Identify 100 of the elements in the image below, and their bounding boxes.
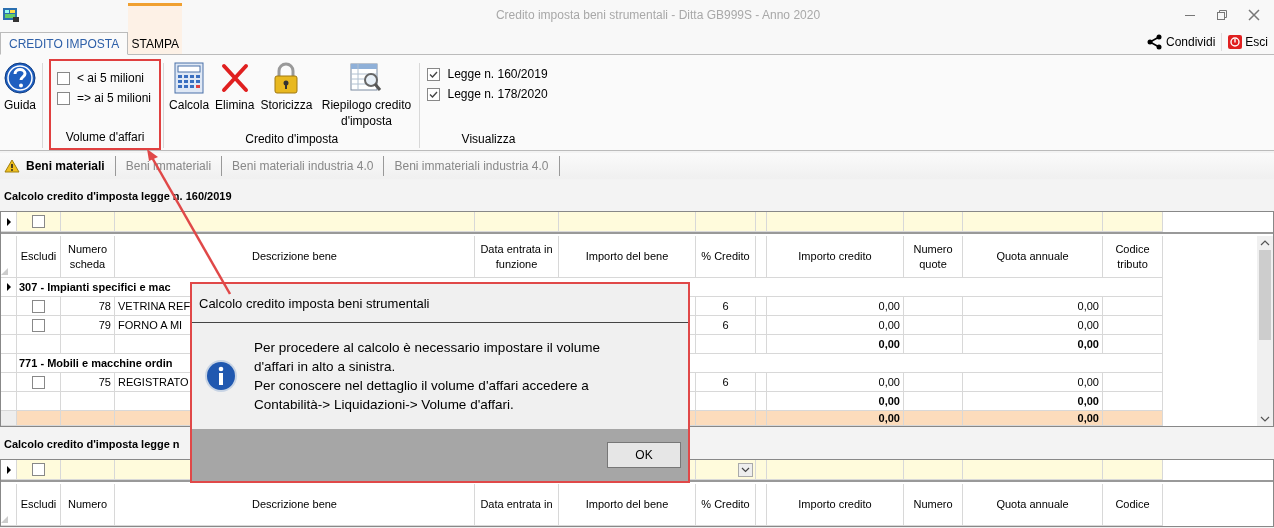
ok-button[interactable]: OK (607, 442, 681, 468)
filter-cell[interactable] (61, 212, 115, 232)
filter-cell[interactable] (963, 212, 1103, 232)
column-header[interactable]: Data entrata in funzione (475, 236, 559, 278)
filter-cell[interactable] (696, 212, 756, 232)
corner-icon (1, 516, 8, 523)
table-cell: 6 (696, 373, 756, 392)
column-header[interactable]: Descrizione bene (115, 236, 475, 278)
column-header[interactable]: Importo credito (767, 236, 904, 278)
filter-cell[interactable] (963, 460, 1103, 480)
column-header[interactable]: Importo del bene (559, 484, 696, 526)
share-button[interactable]: Condividi (1140, 30, 1222, 54)
column-header[interactable]: Quota annuale (963, 236, 1103, 278)
scroll-thumb[interactable] (1259, 250, 1271, 340)
table-cell: 79 (61, 316, 115, 335)
checkbox[interactable] (57, 71, 70, 85)
share-icon (1146, 34, 1163, 50)
column-header[interactable]: Numero quote (904, 236, 963, 278)
filter-cell[interactable] (767, 460, 904, 480)
table-cell (756, 373, 767, 392)
row-pointer-icon (5, 465, 12, 474)
column-header[interactable]: Escludi (17, 236, 61, 278)
column-header[interactable]: Descrizione bene (115, 484, 475, 526)
dropdown-button[interactable] (738, 462, 753, 477)
table-cell: 0,00 (767, 316, 904, 335)
restore-icon (1217, 10, 1227, 20)
table-cell (61, 411, 115, 426)
ribbon-tab[interactable]: CREDITO IMPOSTA (0, 32, 129, 55)
table-cell: 0,00 (963, 373, 1103, 392)
checkbox[interactable] (427, 67, 441, 81)
column-header[interactable]: Codice (1103, 484, 1163, 526)
column-header[interactable]: Numero scheda (61, 236, 115, 278)
ribbon-button[interactable]: Guida (3, 57, 37, 113)
table-cell (756, 316, 767, 335)
calculator-icon (172, 61, 207, 95)
filter-checkbox[interactable] (32, 463, 45, 476)
filter-checkbox[interactable] (32, 215, 45, 228)
table-cell (904, 297, 963, 316)
column-header[interactable]: Numero (61, 484, 115, 526)
column-header[interactable]: Data entrata in (475, 484, 559, 526)
filter-cell[interactable] (115, 212, 475, 232)
ribbon-button[interactable]: Riepilogo credito d'imposta (318, 57, 415, 129)
ribbon-tab[interactable]: STAMPA (128, 3, 183, 54)
exit-button[interactable]: Esci (1222, 30, 1274, 54)
column-header[interactable]: % Credito (696, 236, 756, 278)
scroll-down-icon (1260, 416, 1270, 422)
filter-cell[interactable] (17, 460, 61, 480)
table-cell (756, 335, 767, 354)
checkbox-label: < ai 5 milioni (77, 71, 145, 85)
column-header[interactable]: Escludi (17, 484, 61, 526)
table-cell: 0,00 (767, 411, 904, 426)
sheet-tab[interactable]: Beni materiali (0, 156, 116, 176)
scrollbar[interactable] (1257, 236, 1273, 426)
table-cell: 0,00 (767, 297, 904, 316)
column-header[interactable]: Numero (904, 484, 963, 526)
ribbon-button[interactable]: Calcola (169, 57, 210, 113)
window-title: Credito imposta beni strumentali - Ditta GB999S - Anno 2020 (494, 8, 822, 22)
close-icon (1248, 9, 1260, 21)
group-label: Visualizza (461, 132, 516, 146)
column-header[interactable]: Codice tributo (1103, 236, 1163, 278)
filter-cell[interactable] (475, 212, 559, 232)
row-pointer-icon (5, 283, 12, 291)
checkbox[interactable] (427, 87, 441, 101)
table-cell (904, 335, 963, 354)
column-header[interactable]: % Credito (696, 484, 756, 526)
checkbox[interactable] (57, 91, 70, 105)
section-title: Calcolo credito d'imposta legge n (4, 438, 180, 450)
table-cell (1103, 335, 1163, 354)
filter-cell[interactable] (61, 460, 115, 480)
column-header[interactable]: Quota annuale (963, 484, 1103, 526)
checkbox[interactable] (32, 375, 45, 389)
table-cell (904, 411, 963, 426)
checkbox[interactable] (32, 299, 45, 313)
filter-cell[interactable] (767, 212, 904, 232)
ribbon-button[interactable]: Elimina (215, 57, 255, 113)
filter-cell[interactable] (904, 460, 963, 480)
table-cell (1103, 411, 1163, 426)
column-header (756, 484, 767, 526)
filter-cell[interactable] (696, 460, 756, 480)
ribbon-button[interactable]: Storicizza (260, 57, 313, 113)
table-cell (1103, 297, 1163, 316)
checkbox-label: Legge n. 178/2020 (447, 87, 548, 101)
table-cell: 0,00 (963, 411, 1103, 426)
caret-icon (741, 466, 750, 473)
table-cell: 0,00 (767, 373, 904, 392)
power-icon (1228, 35, 1243, 49)
filter-cell[interactable] (17, 212, 61, 232)
checkbox-label: Legge n. 160/2019 (447, 67, 548, 81)
filter-cell[interactable] (904, 212, 963, 232)
column-header[interactable]: Importo credito (767, 484, 904, 526)
filter-cell[interactable] (1103, 460, 1163, 480)
column-header[interactable]: Importo del bene (559, 236, 696, 278)
filter-cell[interactable] (756, 460, 767, 480)
filter-cell[interactable] (1103, 212, 1163, 232)
table-cell (17, 411, 61, 426)
filter-cell[interactable] (559, 212, 696, 232)
info-icon (204, 359, 238, 393)
checkbox[interactable] (32, 318, 45, 332)
filter-cell[interactable] (756, 212, 767, 232)
table-cell: 0,00 (963, 316, 1103, 335)
